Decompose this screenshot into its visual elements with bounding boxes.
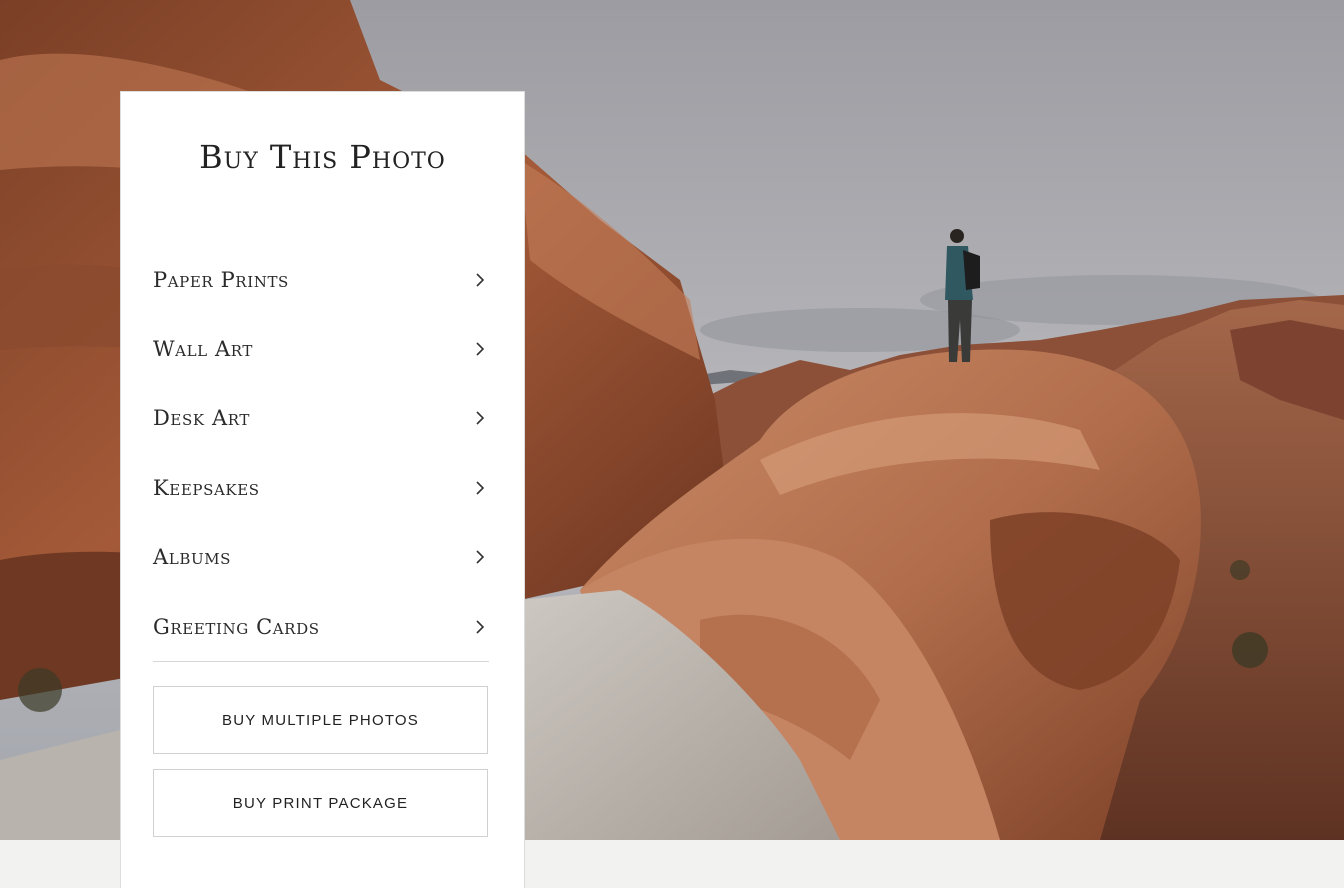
menu-item-label: Keepsakes bbox=[153, 475, 260, 500]
menu-item-keepsakes[interactable]: Keepsakes bbox=[153, 453, 489, 522]
menu-item-albums[interactable]: Albums bbox=[153, 523, 489, 592]
menu-item-paper-prints[interactable]: Paper Prints bbox=[153, 245, 489, 314]
menu-item-label: Desk Art bbox=[153, 406, 250, 431]
purchase-menu: Paper Prints Wall Art Desk Art Keepsakes… bbox=[153, 245, 489, 661]
chevron-right-icon bbox=[476, 273, 485, 287]
menu-item-desk-art[interactable]: Desk Art bbox=[153, 384, 489, 453]
panel-title: Buy This Photo bbox=[199, 138, 446, 176]
menu-item-label: Wall Art bbox=[153, 337, 254, 362]
chevron-right-icon bbox=[476, 550, 485, 564]
menu-item-label: Greeting Cards bbox=[153, 614, 320, 639]
menu-item-label: Paper Prints bbox=[153, 267, 289, 292]
chevron-right-icon bbox=[476, 620, 485, 634]
menu-divider bbox=[153, 661, 489, 662]
menu-item-greeting-cards[interactable]: Greeting Cards bbox=[153, 592, 489, 661]
buy-multiple-photos-button[interactable]: BUY MULTIPLE PHOTOS bbox=[153, 686, 488, 754]
buy-photo-panel: Buy This Photo Paper Prints Wall Art Des… bbox=[120, 91, 525, 888]
chevron-right-icon bbox=[476, 481, 485, 495]
menu-item-wall-art[interactable]: Wall Art bbox=[153, 314, 489, 383]
buy-print-package-button[interactable]: BUY PRINT PACKAGE bbox=[153, 769, 488, 837]
chevron-right-icon bbox=[476, 342, 485, 356]
menu-item-label: Albums bbox=[153, 545, 232, 570]
chevron-right-icon bbox=[476, 411, 485, 426]
